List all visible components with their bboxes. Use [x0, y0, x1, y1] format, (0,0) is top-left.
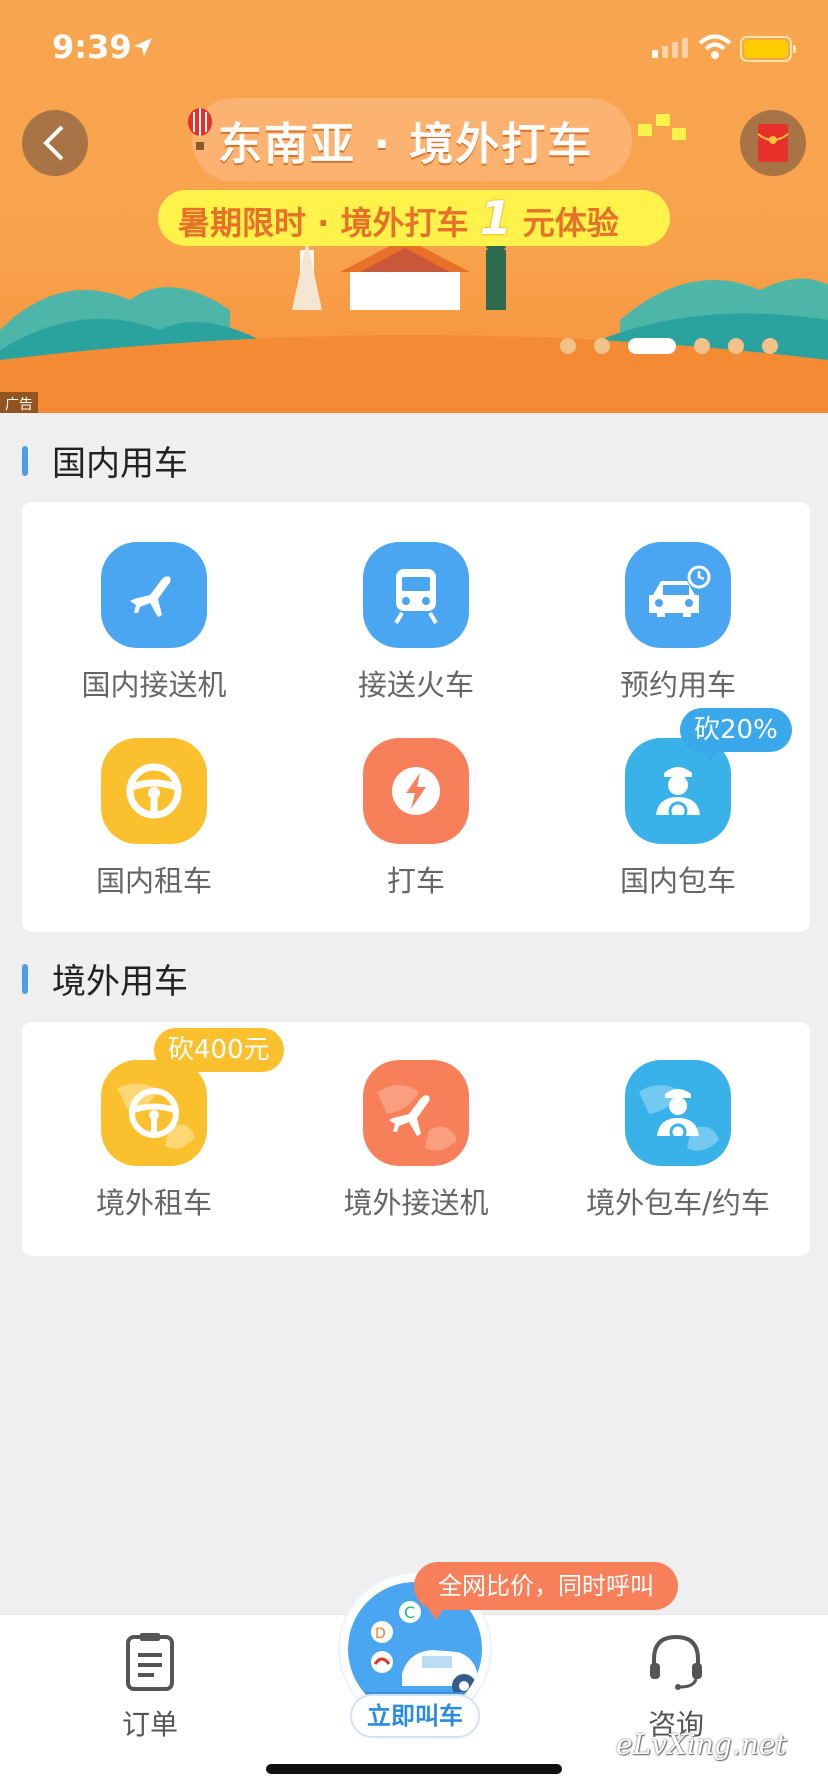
headset-icon	[650, 1634, 702, 1690]
banner-title: 东南亚 · 境外打车	[218, 119, 594, 170]
carousel-dot	[762, 338, 778, 354]
battery-icon	[740, 36, 796, 62]
carousel-dot	[594, 338, 610, 354]
carousel-indicator	[560, 338, 778, 354]
back-button[interactable]	[22, 110, 88, 176]
service-label: 打车	[386, 864, 445, 898]
cellular-signal-icon	[652, 38, 688, 58]
section-accent-bar	[22, 445, 28, 476]
globe-chauffeur-icon	[625, 1060, 731, 1166]
discount-badge: 砍20%	[680, 708, 792, 762]
red-packet-button[interactable]	[740, 110, 806, 176]
svg-text:D: D	[375, 1626, 386, 1642]
scheduled-car-icon	[625, 542, 731, 648]
discount-badge: 砍400元	[154, 1028, 284, 1082]
tab-label: 订单	[121, 1708, 178, 1741]
service-label: 国内包车	[619, 864, 736, 898]
lightning-icon	[363, 738, 469, 844]
wifi-icon	[698, 34, 732, 59]
promo-banner[interactable]: 9:39 东南亚 · 境外打车 暑期限时 · 境外打车 1 元体验 广告	[0, 0, 828, 413]
section-accent-bar	[22, 963, 28, 994]
carousel-dot	[728, 338, 744, 354]
subtitle-text-pre: 暑期限时 · 境外打车	[178, 204, 469, 242]
lantern-icon	[638, 114, 686, 140]
location-arrow-icon	[134, 38, 152, 56]
svg-text:C: C	[404, 1603, 415, 1622]
service-label: 预约用车	[619, 668, 736, 702]
domestic-services-card: 国内接送机 接送火车 预约用车 国内租车 打车 国内包车 砍20%	[22, 502, 810, 932]
compare-tooltip: 全网比价，同时呼叫	[414, 1562, 678, 1620]
service-overseas-charter[interactable]: 境外包车/约车	[558, 1060, 798, 1222]
service-domestic-rental[interactable]: 国内租车	[34, 738, 274, 900]
service-label: 境外接送机	[343, 1186, 489, 1220]
scenery-illustration	[0, 230, 828, 413]
globe-airplane-icon	[363, 1060, 469, 1166]
chevron-left-icon	[43, 125, 64, 161]
steering-wheel-icon	[101, 738, 207, 844]
hot-air-balloon-icon	[188, 108, 212, 150]
carousel-dot	[694, 338, 710, 354]
service-domestic-charter[interactable]: 国内包车	[558, 738, 798, 900]
service-taxi[interactable]: 打车	[296, 738, 536, 900]
service-overseas-airport[interactable]: 境外接送机	[296, 1060, 536, 1222]
section-title: 国内用车	[52, 444, 188, 484]
clock: 9:39	[52, 28, 132, 66]
train-icon	[363, 542, 469, 648]
subtitle-number: 1	[479, 191, 512, 245]
banner-subtitle: 暑期限时 · 境外打车 1 元体验	[178, 195, 619, 244]
service-train-transfer[interactable]: 接送火车	[296, 542, 536, 704]
service-label: 国内接送机	[81, 668, 227, 702]
tab-orders[interactable]: 订单	[70, 1631, 230, 1743]
service-scheduled-car[interactable]: 预约用车	[558, 542, 798, 704]
order-document-icon	[126, 1633, 174, 1691]
red-envelope-icon	[757, 124, 789, 162]
ad-tag: 广告	[0, 392, 38, 413]
home-indicator	[266, 1764, 562, 1774]
status-bar: 9:39	[0, 0, 828, 96]
subtitle-text-post: 元体验	[522, 204, 619, 242]
section-header-overseas: 境外用车	[22, 954, 188, 1003]
service-label: 境外租车	[95, 1186, 212, 1220]
airplane-icon	[101, 542, 207, 648]
section-title: 境外用车	[52, 962, 188, 1002]
service-label: 境外包车/约车	[586, 1186, 770, 1220]
service-overseas-rental[interactable]: 境外租车	[34, 1060, 274, 1222]
overseas-services-card: 境外租车 境外接送机 境外包车/约车 砍400元	[22, 1022, 810, 1256]
carousel-dot-active	[628, 338, 676, 354]
carousel-dot	[560, 338, 576, 354]
call-car-label[interactable]: 立即叫车	[350, 1694, 480, 1738]
tab-consult[interactable]: 咨询	[596, 1631, 756, 1743]
section-header-domestic: 国内用车	[22, 436, 188, 485]
service-label: 接送火车	[357, 668, 474, 702]
watermark: eLvXing.net	[616, 1728, 787, 1761]
service-domestic-airport[interactable]: 国内接送机	[34, 542, 274, 704]
service-label: 国内租车	[95, 864, 212, 898]
